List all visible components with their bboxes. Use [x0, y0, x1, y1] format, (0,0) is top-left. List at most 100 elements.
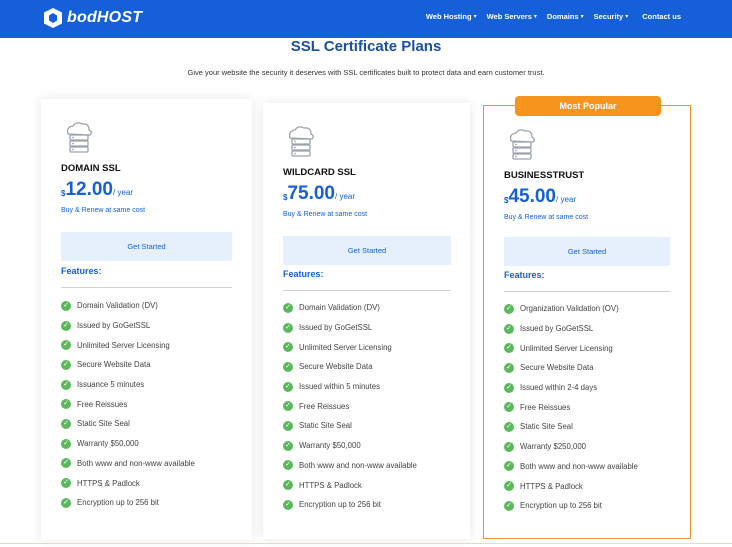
price-period: / year: [113, 188, 134, 197]
check-icon: ✓: [283, 361, 293, 372]
feature-text: Unlimited Server Licensing: [299, 342, 392, 352]
nav-web-hosting[interactable]: Web Hosting ▾: [426, 12, 477, 21]
check-icon: ✓: [504, 303, 514, 314]
top-navbar: bodHOST Web Hosting ▾ Web Servers ▾ Domain…: [0, 0, 732, 38]
plan-price: $ 12.00 / year: [61, 179, 133, 201]
feature-item: ✓ Free Reissues: [61, 394, 195, 414]
feature-text: HTTPS & Padlock: [299, 480, 362, 490]
logo[interactable]: bodHOST: [42, 6, 142, 30]
feature-text: Issued by GoGetSSL: [520, 324, 594, 334]
feature-text: HTTPS & Padlock: [520, 481, 583, 491]
feature-item: ✓ Unlimited Server Licensing: [504, 338, 638, 358]
feature-text: Warranty $50,000: [299, 441, 361, 451]
section-title: SSL Certificate Plans: [290, 38, 442, 55]
chevron-down-icon: ▾: [625, 14, 629, 20]
feature-text: Encryption up to 256 bit: [299, 500, 381, 510]
check-icon: ✓: [283, 480, 293, 491]
check-icon: ✓: [504, 362, 514, 373]
feature-item: ✓ Encryption up to 256 bit: [283, 495, 417, 515]
feature-item: ✓ Issued by GoGetSSL: [61, 316, 195, 336]
feature-text: Issued within 5 minutes: [299, 382, 381, 392]
nav-web-servers[interactable]: Web Servers ▾: [487, 12, 537, 21]
feature-text: Secure Website Data: [520, 363, 594, 373]
nav-contact-us[interactable]: Contact us: [642, 12, 681, 21]
feature-item: ✓ HTTPS & Padlock: [504, 476, 638, 496]
cloud-server-icon: [66, 122, 92, 153]
feature-text: Secure Website Data: [77, 360, 151, 370]
feature-text: Domain Validation (DV): [299, 303, 380, 313]
feature-text: Static Site Seal: [520, 422, 573, 432]
feature-text: Free Reissues: [299, 401, 350, 411]
feature-text: Warranty $250,000: [520, 442, 587, 452]
feature-item: ✓ Encryption up to 256 bit: [504, 496, 638, 516]
check-icon: ✓: [61, 478, 71, 489]
features-divider: [283, 290, 451, 291]
plan-price: $ 45.00 / year: [504, 186, 576, 208]
feature-item: ✓ HTTPS & Padlock: [283, 475, 417, 495]
feature-text: Organization Validation (OV): [520, 304, 619, 314]
check-icon: ✓: [61, 340, 71, 351]
feature-text: Issuance 5 minutes: [77, 380, 145, 390]
check-icon: ✓: [283, 460, 293, 471]
check-icon: ✓: [61, 320, 71, 331]
check-icon: ✓: [283, 420, 293, 431]
check-icon: ✓: [283, 381, 293, 392]
feature-item: ✓ Domain Validation (DV): [61, 296, 195, 316]
check-icon: ✓: [504, 382, 514, 393]
logo-shield-icon: [44, 8, 62, 28]
price-amount: 75.00: [287, 183, 335, 204]
section-bottom-divider: [0, 543, 732, 544]
nav-security[interactable]: Security ▾: [594, 12, 629, 21]
check-icon: ✓: [283, 440, 293, 451]
feature-item: ✓ Issued by GoGetSSL: [283, 318, 417, 338]
nav-label: Domains: [546, 12, 579, 21]
feature-item: ✓ Free Reissues: [283, 396, 417, 416]
cloud-server-icon: [509, 129, 535, 160]
plan-name: WILDCARD SSL: [283, 167, 356, 178]
feature-list: ✓ Organization Validation (OV) ✓ Issued by…: [504, 299, 638, 516]
feature-item: ✓ Warranty $250,000: [504, 437, 638, 457]
check-icon: ✓: [61, 497, 71, 508]
feature-text: Encryption up to 256 bit: [520, 501, 602, 511]
feature-list: ✓ Domain Validation (DV) ✓ Issued by GoGet…: [283, 298, 417, 515]
feature-item: ✓ Domain Validation (DV): [283, 298, 417, 318]
plan-card-wildcard-ssl: WILDCARD SSL $ 75.00 / year Buy & Renew …: [263, 103, 470, 539]
feature-text: Issued by GoGetSSL: [77, 321, 151, 331]
feature-text: Issued by GoGetSSL: [299, 323, 373, 333]
get-started-button[interactable]: Get Started: [504, 237, 670, 266]
check-icon: ✓: [61, 418, 71, 429]
get-started-button[interactable]: Get Started: [283, 236, 451, 265]
price-period: / year: [335, 192, 356, 201]
check-icon: ✓: [283, 499, 293, 510]
feature-item: ✓ Static Site Seal: [283, 416, 417, 436]
feature-item: ✓ Unlimited Server Licensing: [61, 335, 195, 355]
check-icon: ✓: [61, 458, 71, 469]
feature-item: ✓ Issued by GoGetSSL: [504, 319, 638, 339]
check-icon: ✓: [283, 401, 293, 412]
check-icon: ✓: [504, 323, 514, 334]
feature-item: ✓ Free Reissues: [504, 397, 638, 417]
cloud-server-icon: [288, 126, 314, 157]
feature-text: Warranty $50,000: [77, 439, 139, 449]
most-popular-badge: Most Popular: [515, 96, 661, 116]
feature-text: Free Reissues: [520, 402, 571, 412]
feature-item: ✓ HTTPS & Padlock: [61, 473, 195, 493]
feature-text: Encryption up to 256 bit: [77, 498, 159, 508]
feature-text: Secure Website Data: [299, 362, 373, 372]
check-icon: ✓: [504, 481, 514, 492]
plan-card-businesstrust: Most Popular BUSINESSTRUST $ 45.00 / yea…: [483, 96, 691, 539]
feature-text: Domain Validation (DV): [77, 301, 158, 311]
nav-domains[interactable]: Domains ▾: [547, 12, 584, 21]
chevron-down-icon: ▾: [580, 14, 584, 20]
get-started-button[interactable]: Get Started: [61, 232, 232, 261]
logo-text: bodHOST: [67, 9, 143, 26]
section-subtitle: Give your website the security it deserv…: [187, 68, 545, 77]
feature-list: ✓ Domain Validation (DV) ✓ Issued by GoGet…: [61, 296, 195, 513]
feature-item: ✓ Warranty $50,000: [61, 434, 195, 454]
feature-text: Both www and non-www available: [77, 458, 195, 468]
plan-name: DOMAIN SSL: [61, 163, 121, 174]
feature-item: ✓ Static Site Seal: [504, 417, 638, 437]
feature-text: Unlimited Server Licensing: [520, 343, 613, 353]
price-period: / year: [556, 195, 577, 204]
features-title: Features:: [504, 270, 545, 280]
